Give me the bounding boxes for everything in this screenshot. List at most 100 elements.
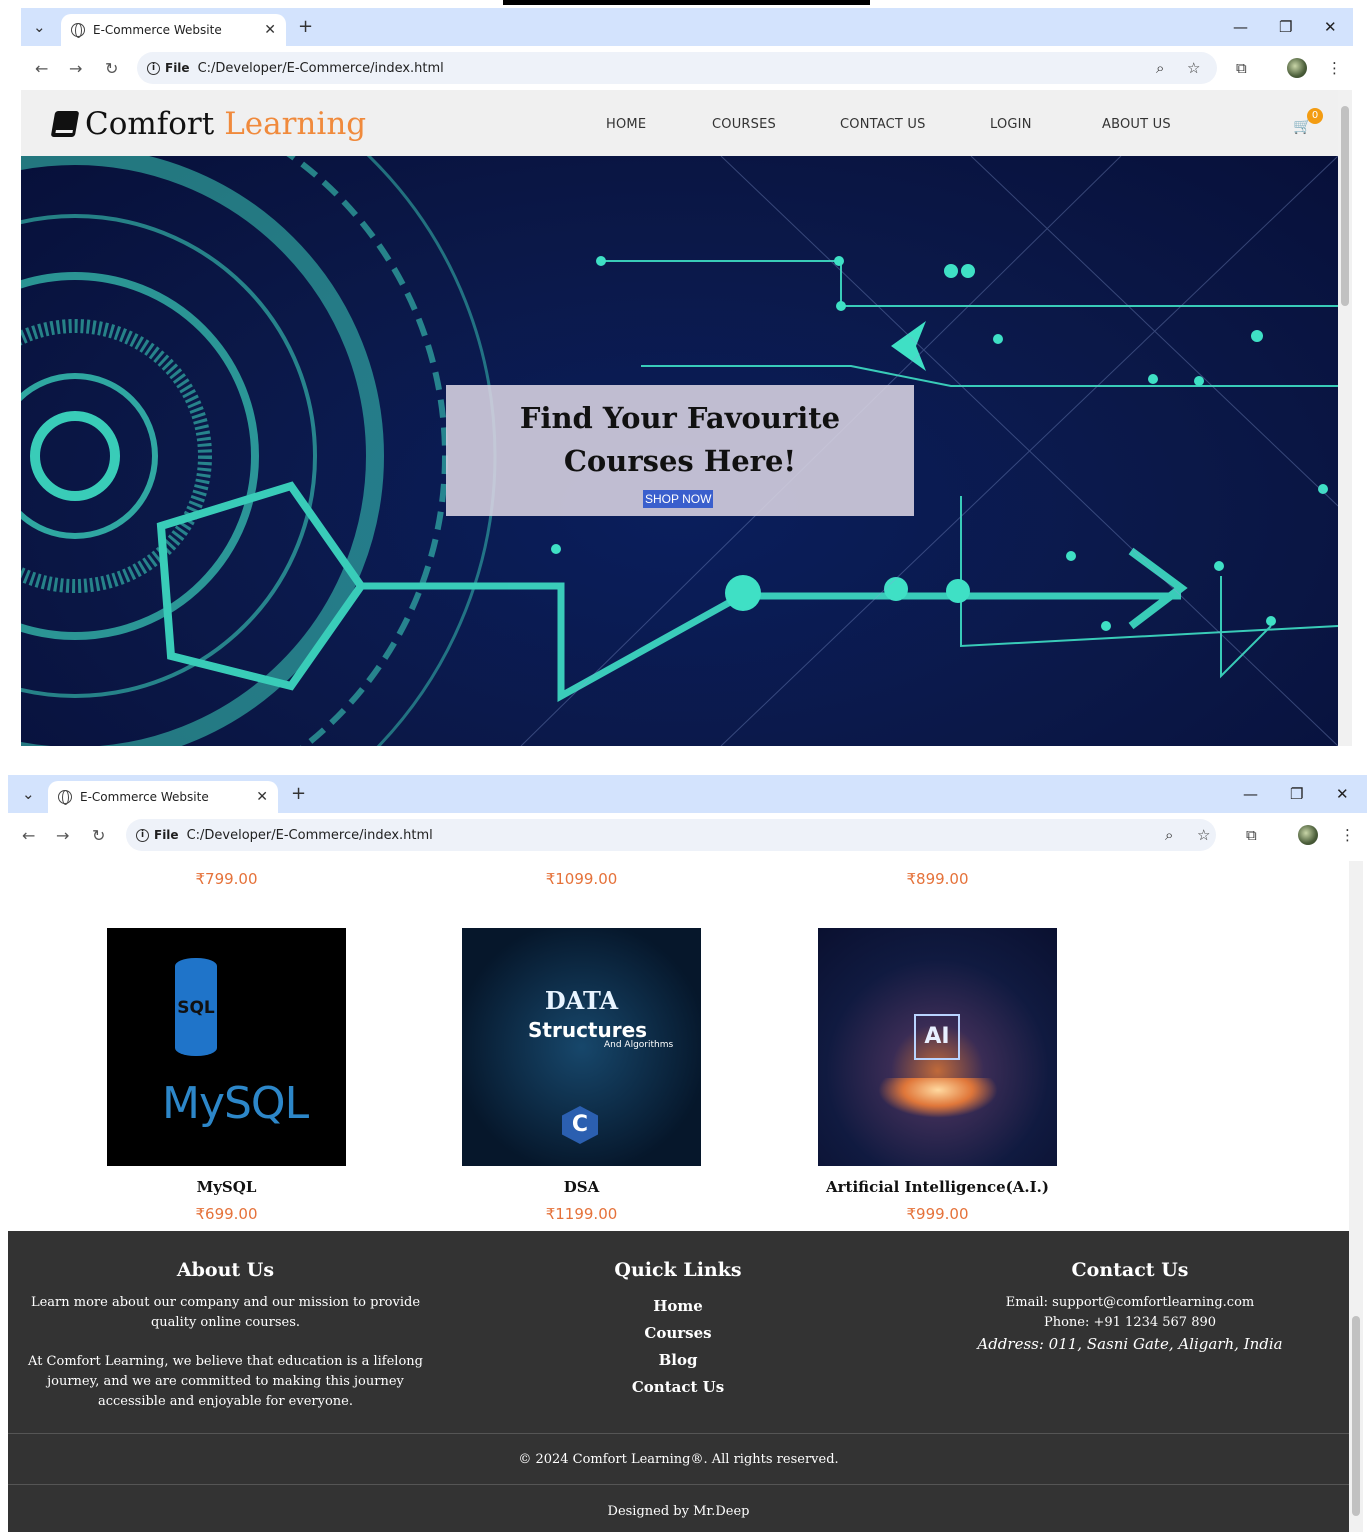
previous-course-price-1: ₹799.00 bbox=[195, 870, 258, 888]
footer-link-home[interactable]: Home bbox=[568, 1293, 788, 1320]
new-tab-icon[interactable]: + bbox=[298, 16, 313, 37]
footer-designed-by: Designed by Mr.Deep bbox=[607, 1504, 750, 1519]
globe-icon-2 bbox=[58, 790, 72, 805]
course-image-mysql[interactable]: SQL MySQL bbox=[107, 928, 346, 1166]
footer-email: Email: support@comfortlearning.com bbox=[1005, 1295, 1255, 1310]
book-icon bbox=[50, 111, 80, 137]
dsa-title-algorithms: And Algorithms bbox=[604, 1040, 674, 1050]
url-text: C:/Developer/E-Commerce/index.html bbox=[197, 60, 444, 76]
course-card-mysql[interactable]: SQL MySQL MySQL ₹699.00 bbox=[107, 928, 346, 1223]
site-logo[interactable]: Comfort Learning bbox=[50, 106, 366, 142]
cart-count-badge: 0 bbox=[1307, 108, 1323, 124]
back-icon[interactable]: ← bbox=[35, 59, 48, 78]
address-bar-2: ← → ↻ i File C:/Developer/E-Commerce/inde… bbox=[8, 813, 1367, 857]
mysql-wordmark: MySQL bbox=[162, 1078, 309, 1129]
c-language-icon: C bbox=[562, 1106, 598, 1144]
dsa-title-structures: Structures bbox=[528, 1018, 648, 1042]
footer-about-text-2: At Comfort Learning, we believe that edu… bbox=[28, 1354, 423, 1409]
tab-bar: ⌄ E-Commerce Website ✕ + — ❐ ✕ bbox=[21, 8, 1353, 46]
profile-avatar-2[interactable] bbox=[1298, 825, 1318, 845]
minimize-icon[interactable]: — bbox=[1233, 18, 1248, 36]
bookmark-star-icon-2[interactable]: ☆ bbox=[1197, 826, 1210, 844]
info-icon: i bbox=[147, 61, 160, 75]
close-tab-icon[interactable]: ✕ bbox=[264, 22, 276, 38]
close-window-icon-2[interactable]: ✕ bbox=[1336, 785, 1349, 803]
course-price: ₹699.00 bbox=[195, 1205, 258, 1223]
previous-course-price-3: ₹899.00 bbox=[906, 870, 969, 888]
footer-about-title: About Us bbox=[176, 1259, 275, 1281]
browser-menu-icon[interactable]: ⋮ bbox=[1327, 59, 1342, 77]
hero-title: Find Your Favourite Courses Here! bbox=[519, 401, 841, 478]
course-card-dsa[interactable]: DATA Structures And Algorithms C DSA ₹11… bbox=[462, 928, 701, 1223]
restore-icon[interactable]: ❐ bbox=[1279, 18, 1292, 36]
browser-window-bottom: ⌄ E-Commerce Website ✕ + — ❐ ✕ ← → ↻ i Fi… bbox=[8, 775, 1367, 861]
url-text-2: C:/Developer/E-Commerce/index.html bbox=[186, 827, 433, 843]
hero-callout: Find Your Favourite Courses Here! SHOP N… bbox=[446, 385, 914, 516]
footer-copyright: © 2024 Comfort Learning®. All rights res… bbox=[518, 1452, 839, 1467]
dsa-title-data: DATA bbox=[544, 986, 619, 1015]
tab-search-chevron-icon-2[interactable]: ⌄ bbox=[22, 785, 35, 803]
close-tab-icon-2[interactable]: ✕ bbox=[256, 789, 268, 805]
close-window-icon[interactable]: ✕ bbox=[1324, 18, 1337, 36]
browser-tab[interactable]: E-Commerce Website ✕ bbox=[61, 14, 286, 46]
footer-contact-title: Contact Us bbox=[1071, 1259, 1189, 1281]
profile-avatar[interactable] bbox=[1287, 58, 1307, 78]
bookmark-star-icon[interactable]: ☆ bbox=[1187, 59, 1200, 77]
footer-divider-2 bbox=[8, 1484, 1349, 1485]
extensions-icon-2[interactable]: ⧉ bbox=[1246, 826, 1257, 844]
footer-links-title: Quick Links bbox=[614, 1259, 742, 1281]
sql-cylinder-icon: SQL bbox=[175, 958, 217, 1056]
course-name: MySQL bbox=[196, 1178, 257, 1196]
zoom-icon-2[interactable]: ⌕ bbox=[1165, 826, 1173, 844]
site-footer: About Us Learn more about our company an… bbox=[8, 1231, 1349, 1532]
zoom-icon[interactable]: ⌕ bbox=[1156, 59, 1164, 77]
extensions-icon[interactable]: ⧉ bbox=[1236, 59, 1247, 77]
globe-icon bbox=[71, 23, 85, 38]
scrollbar-thumb[interactable] bbox=[1341, 106, 1349, 306]
restore-icon-2[interactable]: ❐ bbox=[1290, 785, 1303, 803]
tab-title: E-Commerce Website bbox=[93, 23, 222, 37]
footer-link-courses[interactable]: Courses bbox=[568, 1320, 788, 1347]
minimize-icon-2[interactable]: — bbox=[1243, 785, 1258, 803]
footer-link-blog[interactable]: Blog bbox=[568, 1347, 788, 1374]
scrollbar-bottom[interactable] bbox=[1349, 861, 1363, 1532]
nav-about-us[interactable]: ABOUT US bbox=[1102, 117, 1171, 132]
shop-now-button[interactable]: SHOP NOW bbox=[643, 490, 714, 508]
forward-icon-2[interactable]: → bbox=[56, 826, 69, 845]
footer-about: About Us Learn more about our company an… bbox=[18, 1259, 433, 1412]
footer-contact: Contact Us Email: support@comfortlearnin… bbox=[960, 1259, 1300, 1355]
reload-icon[interactable]: ↻ bbox=[105, 59, 118, 78]
nav-login[interactable]: LOGIN bbox=[990, 117, 1032, 132]
ai-chip-icon: AI bbox=[914, 1014, 960, 1060]
site-info-chip[interactable]: i File bbox=[137, 61, 198, 75]
tab-search-chevron-icon[interactable]: ⌄ bbox=[33, 18, 46, 36]
course-price: ₹1199.00 bbox=[545, 1205, 618, 1223]
nav-home[interactable]: HOME bbox=[606, 117, 646, 132]
footer-quick-links: Quick Links Home Courses Blog Contact Us bbox=[568, 1259, 788, 1401]
browser-tab-2[interactable]: E-Commerce Website ✕ bbox=[48, 781, 278, 813]
reload-icon-2[interactable]: ↻ bbox=[92, 826, 105, 845]
footer-phone: Phone: +91 1234 567 890 bbox=[1043, 1315, 1217, 1330]
footer-link-contact-us[interactable]: Contact Us bbox=[568, 1374, 788, 1401]
omnibox[interactable]: i File C:/Developer/E-Commerce/index.html bbox=[137, 52, 1217, 84]
hero-banner: Find Your Favourite Courses Here! SHOP N… bbox=[21, 156, 1338, 746]
site-info-chip-2[interactable]: i File bbox=[126, 828, 187, 842]
course-card-ai[interactable]: AI Artificial Intelligence(A.I.) ₹999.00 bbox=[818, 928, 1057, 1223]
new-tab-icon-2[interactable]: + bbox=[291, 783, 306, 804]
info-icon-2: i bbox=[136, 828, 149, 842]
course-image-ai[interactable]: AI bbox=[818, 928, 1057, 1166]
omnibox-2[interactable]: i File C:/Developer/E-Commerce/index.html bbox=[126, 819, 1216, 851]
top-redaction-bar bbox=[503, 0, 870, 5]
footer-address: Address: 011, Sasni Gate, Aligarh, India bbox=[977, 1335, 1283, 1353]
browser-menu-icon-2[interactable]: ⋮ bbox=[1340, 826, 1355, 844]
scrollbar-thumb-2[interactable] bbox=[1352, 1316, 1360, 1516]
course-image-dsa[interactable]: DATA Structures And Algorithms C bbox=[462, 928, 701, 1166]
scrollbar-top[interactable] bbox=[1338, 90, 1352, 746]
footer-about-text-1: Learn more about our company and our mis… bbox=[30, 1295, 421, 1330]
forward-icon[interactable]: → bbox=[69, 59, 82, 78]
nav-contact-us[interactable]: CONTACT US bbox=[840, 117, 926, 132]
footer-divider-1 bbox=[8, 1433, 1349, 1434]
back-icon-2[interactable]: ← bbox=[22, 826, 35, 845]
course-name: Artificial Intelligence(A.I.) bbox=[826, 1178, 1049, 1196]
nav-courses[interactable]: COURSES bbox=[712, 117, 776, 132]
